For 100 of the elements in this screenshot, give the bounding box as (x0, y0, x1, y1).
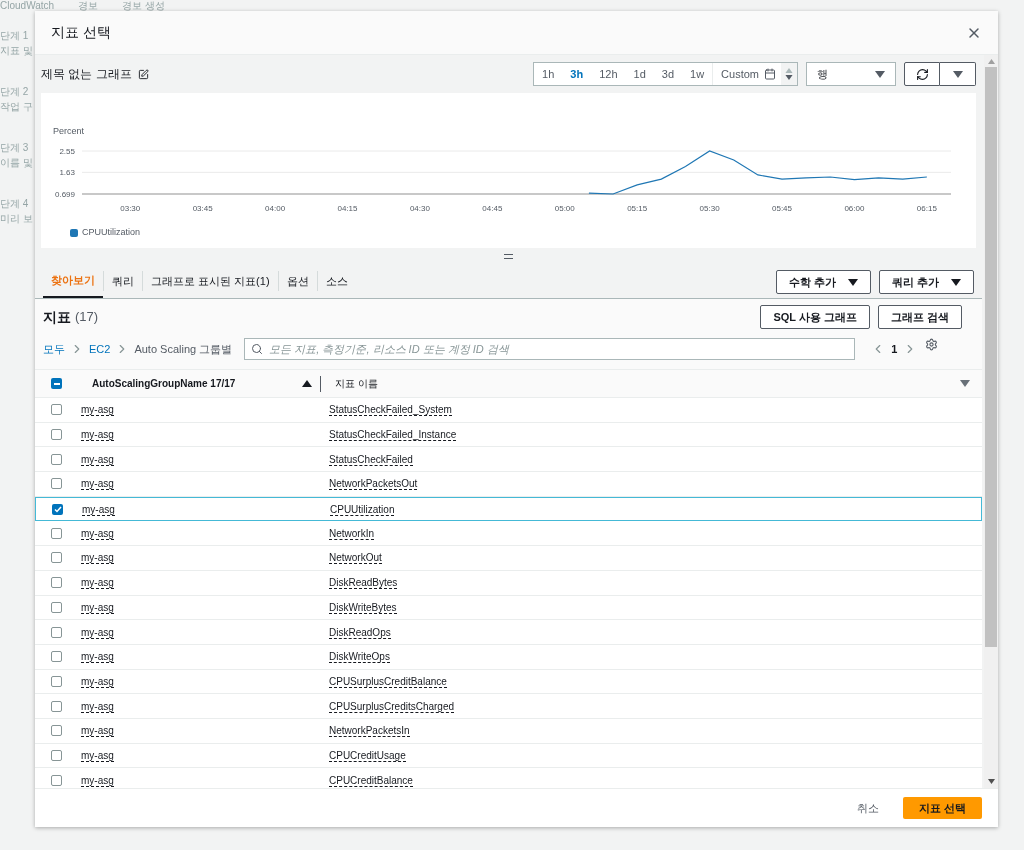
caret-icon (952, 70, 963, 78)
graph-button[interactable]: 그래프 검색 (877, 305, 962, 329)
scroll-down-icon (987, 779, 995, 784)
table-row[interactable]: my-asg NetworkPacketsOut (35, 472, 982, 497)
select-all-checkbox[interactable] (51, 378, 62, 389)
row-checkbox[interactable] (51, 700, 62, 712)
edit-icon[interactable] (137, 68, 149, 80)
table-cell-text: StatusCheckFailed_System (329, 403, 452, 418)
page-number[interactable]: 1 (891, 340, 898, 358)
table-row[interactable]: my-asg DiskWriteBytes (35, 595, 982, 621)
calendar-icon[interactable] (764, 68, 776, 80)
settings-icon[interactable] (925, 337, 939, 351)
tick-label: 2.55 (59, 147, 75, 156)
dialog-title: 지표 선택 (51, 23, 111, 42)
table-cell-text: my-asg (81, 551, 115, 566)
row-checkbox[interactable] (51, 404, 62, 416)
legend-swatch (70, 228, 78, 237)
table-row[interactable]: my-asg CPUUtilization (35, 496, 982, 522)
table-row[interactable]: my-asg CPUSurplusCreditBalance (35, 669, 982, 695)
tick-label: 1.63 (59, 168, 75, 178)
table-cell-text: CPUCreditBalance (329, 773, 413, 788)
table-cell-text: StatusCheckFailed_Instance (329, 428, 457, 443)
table-row[interactable]: my-asg StatusCheckFailed_Instance (35, 422, 982, 448)
table-row[interactable]: my-asg CPUCreditUsage (35, 743, 982, 769)
cancel-button[interactable]: 취소 (848, 797, 887, 819)
metrics-count: (17) (75, 308, 99, 327)
table-cell-text: DiskReadOps (329, 625, 391, 640)
caret-icon (847, 278, 858, 286)
step-label: 단계 2 (0, 85, 29, 99)
table-cell-text: my-asg (81, 403, 115, 418)
column-header[interactable]: 지표 이름 (335, 376, 378, 391)
row-checkbox[interactable] (51, 577, 62, 589)
tick-label: 05:15 (627, 204, 648, 213)
table-row[interactable]: my-asg DiskReadOps (35, 620, 982, 645)
search-input[interactable]: 모든 지표, 측정기준, 리소스 ID 또는 계정 ID 검색 (269, 340, 849, 358)
time-range-option[interactable]: 1h (534, 65, 563, 83)
table-row[interactable]: my-asg StatusCheckFailed (35, 447, 982, 473)
tab[interactable]: 소스 (317, 264, 356, 298)
time-range-option[interactable]: 1w (682, 65, 713, 83)
row-checkbox[interactable] (51, 749, 62, 761)
table-cell-text: NetworkPacketsOut (329, 477, 418, 492)
up-triangle-icon (785, 68, 793, 73)
column-header[interactable]: AutoScalingGroupName 17/17 (92, 376, 302, 391)
row-checkbox[interactable] (51, 601, 62, 613)
row-checkbox[interactable] (51, 527, 62, 539)
view-select[interactable]: 행 (806, 62, 896, 86)
table-row[interactable]: my-asg DiskReadBytes (35, 570, 982, 596)
refresh-button[interactable] (904, 62, 940, 86)
tab[interactable]: 쿼리 (104, 264, 142, 298)
tick-label: 03:45 (192, 204, 213, 213)
column-menu-icon (960, 380, 970, 387)
table-row[interactable]: my-asg NetworkPacketsIn (35, 718, 982, 744)
table-row[interactable]: my-asg NetworkOut (35, 546, 982, 571)
table-cell-text: my-asg (81, 724, 115, 739)
add-dropdown-button[interactable]: 쿼리 추가 (878, 270, 974, 294)
confirm-button[interactable]: 지표 선택 (902, 797, 982, 819)
add-dropdown-button[interactable]: 수학 추가 (775, 270, 871, 294)
table-row[interactable]: my-asg CPUSurplusCreditsCharged (35, 694, 982, 719)
table-row[interactable]: my-asg StatusCheckFailed_System (35, 398, 982, 423)
time-range-option[interactable]: 1d (625, 65, 654, 83)
row-checkbox[interactable] (51, 552, 62, 564)
breadcrumb-link[interactable]: EC2 (89, 340, 111, 358)
custom-range[interactable]: Custom (721, 65, 759, 83)
time-range-option[interactable]: 3h (562, 65, 592, 83)
refresh-options-button[interactable] (940, 62, 976, 86)
time-range-option[interactable]: 12h (591, 65, 626, 83)
row-checkbox[interactable] (51, 478, 62, 490)
row-checkbox[interactable] (51, 774, 62, 786)
table-cell-text: DiskWriteOps (329, 650, 390, 665)
spinner-icon[interactable] (781, 63, 797, 85)
table-row[interactable]: my-asg NetworkIn (35, 521, 982, 547)
row-checkbox[interactable] (51, 651, 62, 663)
tab[interactable]: 옵션 (278, 264, 317, 298)
search-field[interactable]: 모든 지표, 측정기준, 리소스 ID 또는 계정 ID 검색 (244, 338, 856, 360)
refresh-icon (915, 67, 929, 81)
row-checkbox[interactable] (51, 453, 62, 465)
step-title: 이름 및 (0, 156, 33, 170)
search-icon (251, 343, 264, 355)
step-title: 지표 및 (0, 44, 33, 58)
tab[interactable]: 그래프로 표시된 지표(1) (143, 264, 278, 298)
table-row[interactable]: my-asg DiskWriteOps (35, 644, 982, 670)
table-cell-text: NetworkIn (329, 526, 374, 541)
step-title: 작업 구 (0, 100, 33, 114)
row-checkbox[interactable] (51, 429, 62, 441)
breadcrumb-link[interactable]: 모두 (43, 340, 65, 358)
tick-label: 05:00 (554, 204, 575, 213)
row-checkbox[interactable] (51, 725, 62, 737)
time-range-option[interactable]: 3d (653, 65, 683, 83)
table-cell-text: StatusCheckFailed (329, 452, 413, 467)
resize-handle[interactable] (504, 253, 513, 259)
table-cell-text: DiskReadBytes (329, 576, 398, 591)
step-label: 단계 3 (0, 141, 29, 155)
table-row[interactable]: my-asg CPUCreditBalance (35, 768, 982, 788)
row-checkbox[interactable] (51, 675, 62, 687)
caret-icon (875, 70, 885, 78)
graph-button[interactable]: SQL 사용 그래프 (760, 305, 870, 329)
tick-label: 03:30 (120, 204, 141, 213)
table-cell-text: CPUCreditUsage (329, 748, 406, 763)
row-checkbox[interactable] (51, 626, 62, 638)
row-checkbox[interactable] (52, 503, 63, 515)
